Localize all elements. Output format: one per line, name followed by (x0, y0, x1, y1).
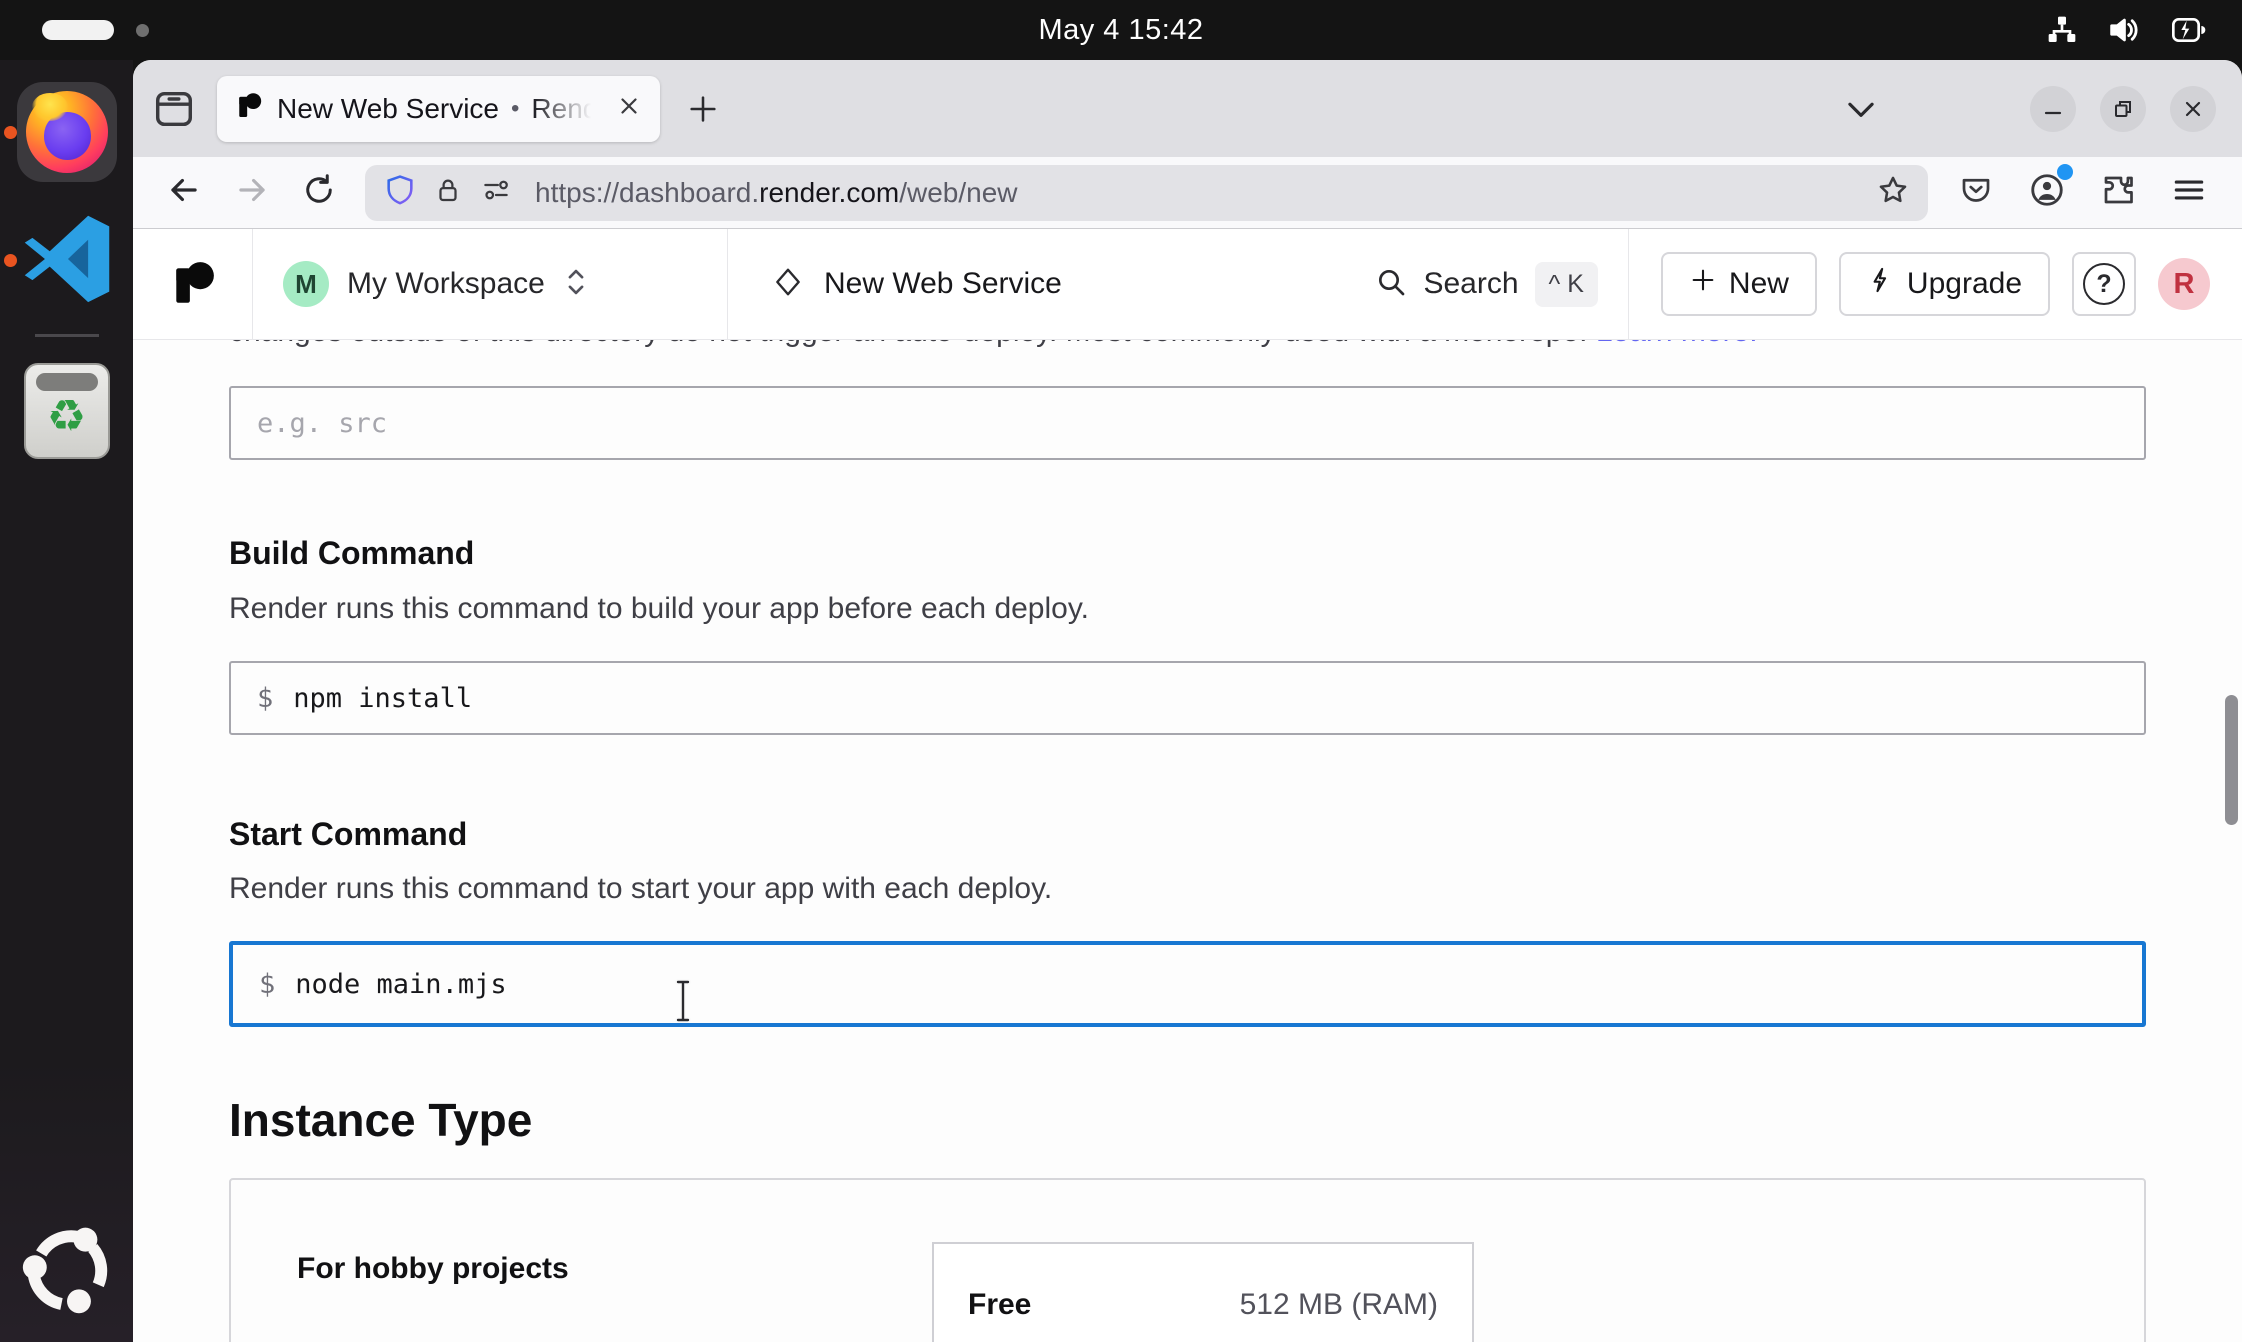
instance-type-heading: Instance Type (229, 1092, 532, 1148)
root-directory-input[interactable] (229, 386, 2146, 460)
build-command-input[interactable]: $ npm install (229, 661, 2146, 735)
tab-title: New Web Service (277, 93, 499, 125)
running-indicator-dot (4, 126, 17, 139)
page-title: New Web Service (824, 267, 1062, 301)
search-label: Search (1423, 267, 1518, 301)
active-tab[interactable]: New Web Service • Rend (217, 76, 660, 142)
tabs-list-chevron-icon[interactable] (1842, 90, 1880, 128)
lock-icon[interactable] (433, 174, 463, 211)
page-title-section: New Web Service (728, 229, 1375, 339)
start-command-input[interactable]: $ node main.mjs (229, 941, 2146, 1027)
account-notification-dot (2057, 164, 2073, 180)
tab-title-suffix: Rend (531, 93, 598, 125)
shell-prompt: $ (259, 969, 275, 1000)
build-command-value: npm install (293, 683, 472, 714)
learn-more-link: Learn more. (1596, 340, 1758, 348)
text-cursor (671, 978, 695, 1029)
plus-icon (1689, 266, 1717, 302)
show-applications-button[interactable] (17, 1222, 117, 1322)
start-command-value: node main.mjs (295, 969, 506, 1000)
diamond-icon (772, 266, 804, 303)
firefox-view-icon[interactable] (151, 86, 197, 132)
search-icon (1375, 266, 1407, 303)
shell-prompt: $ (257, 683, 273, 714)
instance-name: Free (968, 1288, 1031, 1322)
dock-item-trash[interactable]: ♻ (17, 361, 117, 461)
close-window-button[interactable] (2170, 86, 2216, 132)
url-bar[interactable]: https://dashboard.render.com/web/new (365, 165, 1928, 221)
instance-ram: 512 MB (RAM) (1240, 1288, 1438, 1322)
render-logo[interactable] (133, 229, 252, 339)
tab-bar: New Web Service • Rend (133, 60, 2242, 157)
lightning-icon (1867, 266, 1895, 302)
minimize-button[interactable] (2030, 86, 2076, 132)
tracking-shield-icon[interactable] (383, 173, 417, 212)
help-button[interactable]: ? (2072, 252, 2136, 316)
url-text: https://dashboard.render.com/web/new (535, 177, 1860, 209)
trash-icon: ♻ (24, 363, 110, 459)
help-icon: ? (2083, 263, 2125, 305)
page-scrollbar-thumb[interactable] (2225, 695, 2238, 825)
upgrade-button[interactable]: Upgrade (1839, 252, 2050, 316)
header-actions: New Upgrade ? R (1629, 229, 2242, 339)
search-button[interactable]: Search ^ K (1375, 229, 1627, 339)
search-shortcut: ^ K (1535, 262, 1598, 307)
running-indicator-dot (4, 254, 17, 267)
vscode-icon (19, 210, 115, 311)
workspace-avatar: M (283, 261, 329, 307)
tab-title-separator: • (511, 95, 519, 123)
page-content: changes outside of this directory do not… (133, 340, 2242, 1342)
restore-button[interactable] (2100, 86, 2146, 132)
browser-window: New Web Service • Rend (133, 60, 2242, 1342)
ubuntu-logo-icon (21, 1224, 113, 1321)
instance-group-label: For hobby projects (297, 1252, 569, 1286)
forward-icon[interactable] (233, 171, 271, 214)
extensions-icon[interactable] (2100, 172, 2136, 213)
system-clock[interactable]: May 4 15:42 (0, 14, 2242, 47)
free-instance-option[interactable]: Free 512 MB (RAM) (932, 1242, 1474, 1342)
dock-item-vscode[interactable] (17, 210, 117, 310)
firefox-icon (17, 82, 117, 182)
app-header: M My Workspace New Web Service Search ^ … (133, 229, 2242, 340)
dock-separator (35, 334, 99, 337)
reload-icon[interactable] (301, 172, 337, 213)
back-icon[interactable] (165, 171, 203, 214)
account-avatar[interactable]: R (2158, 258, 2210, 310)
new-button[interactable]: New (1661, 252, 1817, 316)
start-command-heading: Start Command (229, 814, 467, 854)
build-command-heading: Build Command (229, 533, 474, 573)
start-command-description: Render runs this command to start your a… (229, 870, 1052, 908)
dock-item-firefox[interactable] (17, 82, 117, 182)
menu-icon[interactable] (2170, 171, 2208, 214)
navigation-toolbar: https://dashboard.render.com/web/new (133, 157, 2242, 229)
build-command-description: Render runs this command to build your a… (229, 590, 1089, 628)
clipped-helper-text: changes outside of this directory do not… (229, 340, 2146, 353)
workspace-name: My Workspace (347, 267, 545, 301)
dock: ♻ (0, 60, 133, 1342)
unfold-chevrons-icon (563, 265, 589, 304)
bookmark-star-icon[interactable] (1876, 173, 1910, 212)
pocket-icon[interactable] (1958, 172, 1994, 213)
new-tab-icon[interactable] (686, 92, 720, 126)
account-icon[interactable] (2028, 171, 2066, 214)
instance-type-card: For hobby projects Free 512 MB (RAM) (229, 1178, 2146, 1342)
tab-close-icon[interactable] (616, 93, 642, 125)
workspace-selector[interactable]: M My Workspace (253, 229, 727, 339)
tab-favicon-render (235, 92, 263, 125)
system-top-bar: May 4 15:42 (0, 0, 2242, 60)
permissions-icon[interactable] (479, 175, 513, 210)
